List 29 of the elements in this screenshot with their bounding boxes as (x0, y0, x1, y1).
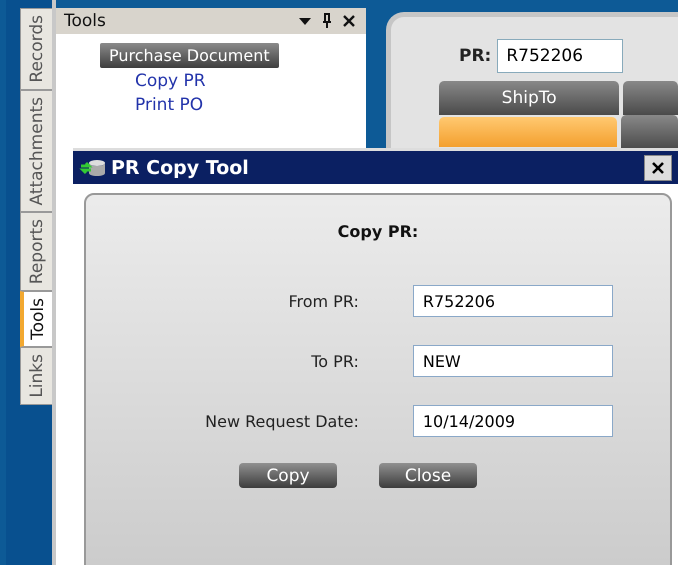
input-field[interactable]: NEW (412, 345, 613, 377)
field-label: To PR: (311, 352, 359, 370)
pin-icon[interactable] (322, 13, 332, 29)
tool-link[interactable]: Copy PR (135, 68, 206, 95)
dialog-button[interactable]: Close (379, 463, 477, 488)
record-tab[interactable] (621, 115, 678, 149)
side-tab[interactable]: Reports (20, 212, 52, 292)
input-field[interactable]: R752206 (412, 285, 613, 317)
database-icon (79, 158, 107, 178)
tool-link[interactable]: Print PO (135, 92, 204, 119)
input-field[interactable]: 10/14/2009 (412, 405, 613, 437)
window-title: PR Copy Tool (111, 156, 250, 178)
side-tab[interactable]: Links (20, 347, 52, 405)
field-label: From PR: (288, 292, 359, 310)
dialog-button[interactable]: Copy (239, 463, 337, 488)
side-tab[interactable]: Records (20, 8, 52, 90)
section-button[interactable]: Purchase Document (100, 43, 279, 68)
record-tab[interactable]: ShipTo (439, 81, 620, 115)
close-icon (651, 160, 665, 174)
panel-title: Tools (64, 11, 106, 31)
side-tab[interactable]: Attachments (20, 90, 52, 212)
side-tab[interactable]: Tools (20, 291, 52, 348)
field-label: New Request Date: (205, 412, 359, 430)
dialog-heading: Copy PR: (338, 222, 418, 241)
close-icon[interactable] (342, 14, 356, 28)
pr-field[interactable]: R752206 (497, 39, 624, 73)
dropdown-icon[interactable] (298, 16, 312, 26)
close-button[interactable] (644, 154, 672, 180)
field-label: PR: (459, 46, 492, 66)
